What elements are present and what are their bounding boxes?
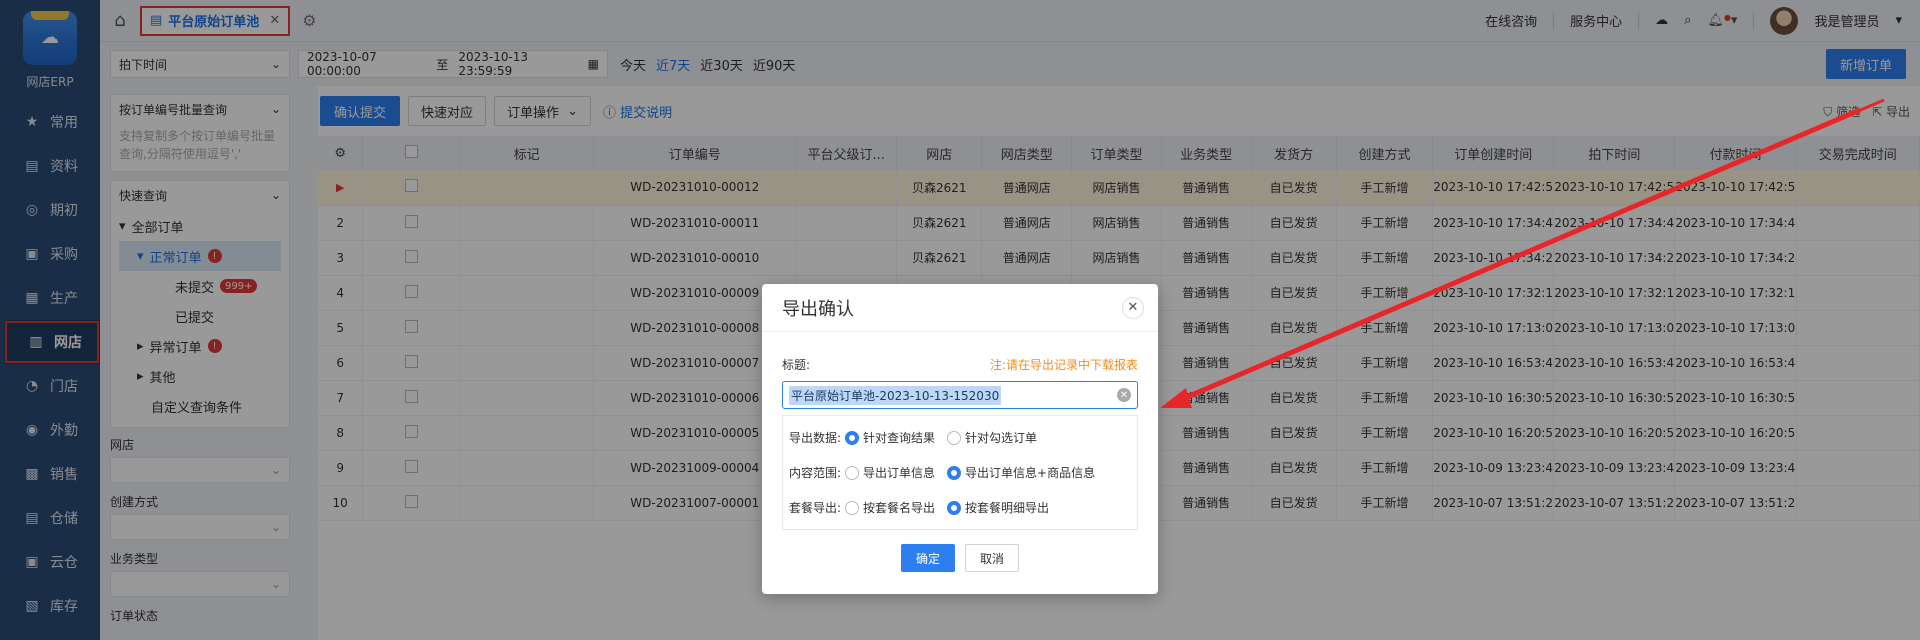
radio-label: 按套餐明细导出 (965, 501, 1050, 515)
radio-label: 导出订单信息+商品信息 (965, 466, 1096, 480)
dialog-title: 导出确认 (782, 298, 854, 320)
radio-combo-name[interactable]: 按套餐名导出 (845, 499, 935, 516)
radio-unchecked-icon (845, 465, 859, 480)
radio-unchecked-icon (845, 500, 859, 515)
export-confirm-dialog: 导出确认 ✕ 标题: 注:请在导出记录中下载报表 平台原始订单池-2023-10… (762, 284, 1158, 594)
radio-label: 导出订单信息 (863, 466, 936, 480)
export-options: 导出数据: 针对查询结果 针对勾选订单 内容范围: 导出订单信息 导出订单信息+… (782, 415, 1138, 530)
radio-unchecked-icon (947, 430, 962, 445)
radio-selected-orders[interactable]: 针对勾选订单 (947, 429, 1037, 446)
ok-button[interactable]: 确定 (901, 544, 955, 572)
close-icon[interactable]: ✕ (1122, 296, 1144, 319)
clear-icon[interactable]: ✕ (1117, 388, 1131, 402)
radio-label: 针对勾选订单 (965, 431, 1038, 445)
export-title-value: 平台原始订单池-2023-10-13-152030 (789, 385, 1002, 405)
radio-label: 针对查询结果 (863, 431, 936, 445)
title-label: 标题: (782, 358, 811, 372)
radio-order-goods-info[interactable]: 导出订单信息+商品信息 (947, 464, 1095, 481)
export-title-input[interactable]: 平台原始订单池-2023-10-13-152030 ✕ (782, 381, 1138, 409)
combo-option-label: 套餐导出: (789, 501, 842, 515)
export-note: 注:请在导出记录中下载报表 (989, 358, 1138, 372)
radio-checked-icon (947, 500, 962, 515)
radio-combo-detail[interactable]: 按套餐明细导出 (947, 499, 1049, 516)
range-option-label: 内容范围: (789, 466, 842, 480)
radio-checked-icon (845, 430, 859, 445)
radio-checked-icon (947, 465, 962, 480)
cancel-button[interactable]: 取消 (965, 544, 1019, 572)
radio-order-info[interactable]: 导出订单信息 (845, 464, 935, 481)
radio-label: 按套餐名导出 (863, 501, 936, 515)
radio-query-result[interactable]: 针对查询结果 (845, 429, 935, 446)
data-option-label: 导出数据: (789, 431, 842, 445)
